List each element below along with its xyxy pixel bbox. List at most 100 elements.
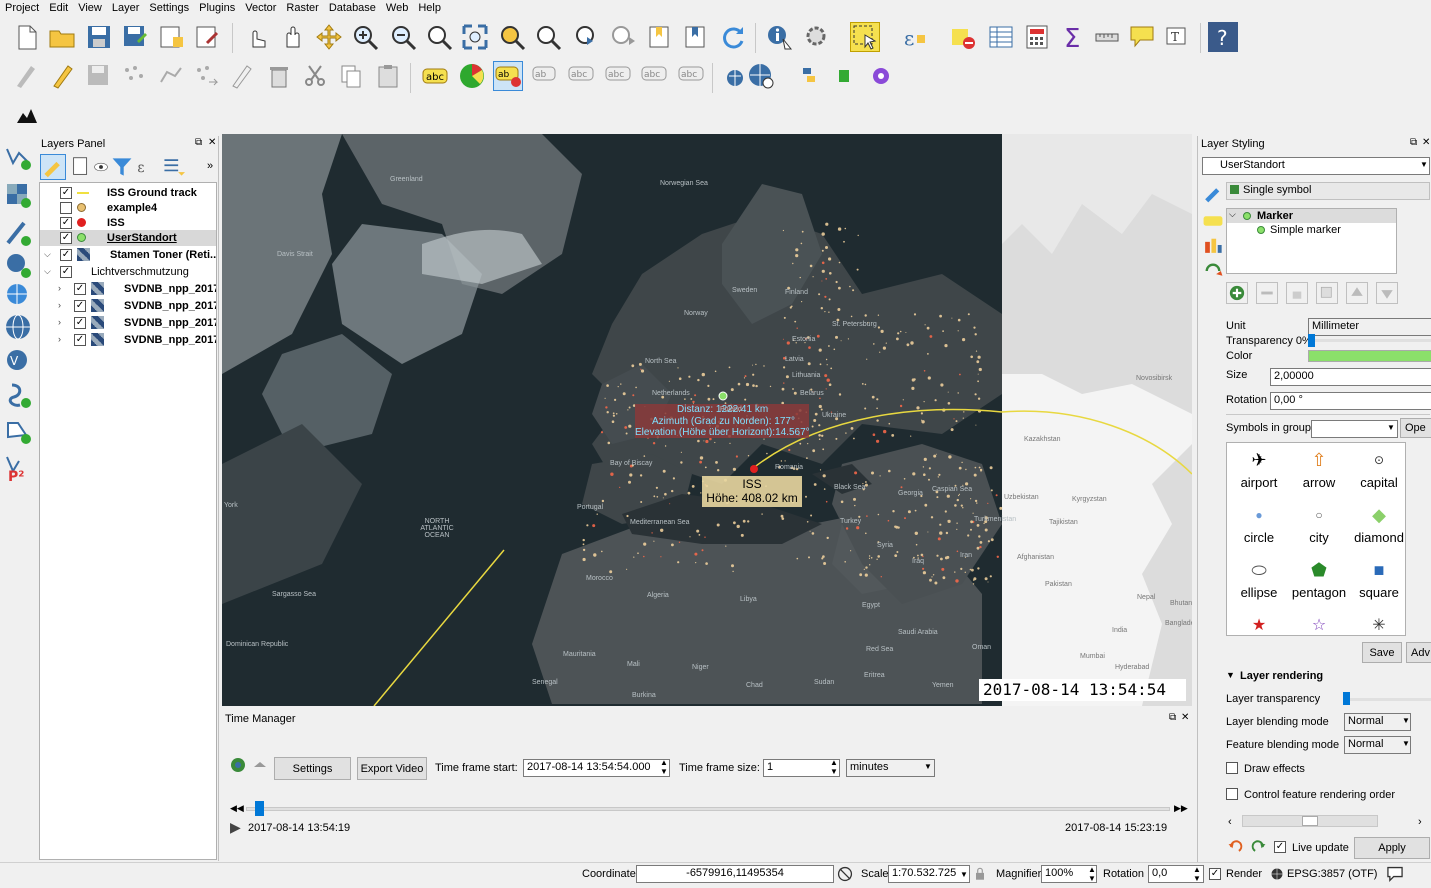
- new-project-icon[interactable]: [12, 22, 42, 52]
- add-feature-icon[interactable]: [120, 61, 150, 91]
- symbol-tree-marker-row[interactable]: [1227, 209, 1396, 223]
- visibility-icon[interactable]: [92, 154, 110, 180]
- move-up-icon[interactable]: [1346, 282, 1368, 304]
- layer-row[interactable]: ✓ ISS Ground track: [40, 185, 216, 201]
- map-canvas[interactable]: Distanz: 1222.41 km Azimuth (Grad zu Nor…: [222, 134, 1192, 706]
- live-update-checkbox[interactable]: ✓: [1274, 841, 1286, 853]
- layer-blending-select[interactable]: Normal: [1344, 713, 1411, 731]
- magnifier-spin-icon[interactable]: ▲ ▼: [1088, 865, 1096, 883]
- attribute-table-icon[interactable]: [986, 22, 1016, 52]
- add-spatialite-icon[interactable]: [3, 380, 33, 410]
- save-project-icon[interactable]: [84, 22, 114, 52]
- filter-legend-icon[interactable]: [110, 154, 134, 180]
- zoom-full-icon[interactable]: [460, 22, 490, 52]
- show-hide-labels-icon[interactable]: ab: [530, 61, 560, 91]
- layer-row[interactable]: ✓ UserStandort: [40, 230, 216, 246]
- collapse-arrow-icon[interactable]: ⌵: [44, 266, 51, 277]
- renderer-select[interactable]: Single symbol: [1226, 182, 1430, 200]
- open-project-icon[interactable]: [47, 22, 77, 52]
- float-panel-icon[interactable]: ⧉: [195, 137, 202, 148]
- save-as-icon[interactable]: [120, 22, 150, 52]
- pan-map-icon[interactable]: [278, 22, 308, 52]
- control-order-checkbox[interactable]: [1226, 788, 1238, 800]
- tm-time-slider-handle[interactable]: [255, 801, 265, 816]
- tm-unit-select[interactable]: minutes: [846, 759, 935, 777]
- symbol-more-icon[interactable]: ☆: [1289, 615, 1349, 635]
- tm-export-video-button[interactable]: Export Video: [357, 757, 427, 780]
- zoom-to-layer-icon[interactable]: [533, 22, 563, 52]
- layer-row[interactable]: example4: [40, 200, 216, 216]
- add-raster-layer-icon[interactable]: [3, 180, 33, 210]
- tm-settings-button[interactable]: Settings: [274, 757, 351, 780]
- remove-symbol-layer-icon[interactable]: [1256, 282, 1278, 304]
- styling-close-icon[interactable]: ✕: [1422, 137, 1430, 148]
- layer-row[interactable]: ⌵ ✓ Stamen Toner (Reti...: [40, 247, 216, 263]
- rotation-spin-icon[interactable]: ▲ ▼: [1193, 865, 1201, 883]
- open-styling-icon[interactable]: [40, 154, 66, 180]
- tm-time-slider-track[interactable]: [246, 807, 1170, 811]
- statistics-icon[interactable]: Σ: [1058, 22, 1088, 52]
- layer-row[interactable]: › ✓ SVDNB_npp_2017...: [40, 298, 216, 314]
- draw-effects-checkbox[interactable]: [1226, 762, 1238, 774]
- horizontal-scrollbar-thumb[interactable]: [1302, 816, 1318, 826]
- plugin-green-icon[interactable]: [830, 61, 860, 91]
- move-label-icon[interactable]: abc: [566, 61, 596, 91]
- postgis-p2-icon[interactable]: P²: [3, 458, 33, 488]
- select-features-icon[interactable]: [850, 22, 880, 52]
- menu-layer[interactable]: Layer: [107, 0, 145, 18]
- layer-labeling-icon[interactable]: abc: [420, 61, 450, 91]
- scale-select[interactable]: 1:70.532.725: [888, 865, 970, 883]
- zoom-in-icon[interactable]: [350, 22, 380, 52]
- symbol-capital[interactable]: ⊙ capital: [1349, 449, 1405, 490]
- symbol-more-icon[interactable]: ★: [1229, 615, 1289, 635]
- symbol-city[interactable]: ○ city: [1289, 504, 1349, 545]
- layer-visibility-checkbox[interactable]: ✓: [60, 217, 72, 229]
- save-layer-edits-icon[interactable]: [84, 61, 114, 91]
- symbols-group-dropdown-icon[interactable]: ▼: [1387, 423, 1395, 432]
- layer-row[interactable]: ⌵ ✓ Lichtverschmutzung: [40, 264, 216, 280]
- zoom-native-icon[interactable]: [424, 22, 454, 52]
- menu-plugins[interactable]: Plugins: [194, 0, 240, 18]
- apply-button[interactable]: Apply: [1354, 837, 1430, 859]
- pin-labels-icon[interactable]: ab: [493, 61, 523, 91]
- profile-tool-icon[interactable]: [12, 100, 42, 130]
- layer-visibility-checkbox[interactable]: ✓: [60, 232, 72, 244]
- diagram-tab-icon[interactable]: [1202, 234, 1224, 256]
- layer-visibility-checkbox[interactable]: ✓: [74, 317, 86, 329]
- toggle-extents-icon[interactable]: [836, 865, 854, 883]
- lock-symbol-icon[interactable]: [1286, 282, 1308, 304]
- add-wfs-icon[interactable]: [3, 312, 33, 342]
- zoom-next-icon[interactable]: [608, 22, 638, 52]
- layer-visibility-checkbox[interactable]: ✓: [60, 249, 72, 261]
- transparency-slider-track[interactable]: [1308, 339, 1431, 342]
- field-calculator-icon[interactable]: [1022, 22, 1052, 52]
- expand-all-icon[interactable]: [161, 154, 185, 180]
- layer-row[interactable]: › ✓ SVDNB_npp_2017...: [40, 332, 216, 348]
- symbol-tree-expand-icon[interactable]: ⌵: [1229, 209, 1236, 220]
- coordinate-input[interactable]: -6579916,11495354: [636, 865, 834, 883]
- crs-globe-icon[interactable]: [1270, 866, 1284, 882]
- tm-float-icon[interactable]: ⧉: [1169, 712, 1176, 723]
- color-button[interactable]: [1308, 350, 1431, 362]
- paste-features-icon[interactable]: [373, 61, 403, 91]
- symbol-square[interactable]: ■ square: [1349, 559, 1405, 601]
- open-library-button[interactable]: Ope: [1400, 418, 1431, 438]
- symbols-group-select[interactable]: [1311, 420, 1398, 438]
- new-spatial-bookmark-icon[interactable]: [645, 22, 675, 52]
- layout-manager-icon[interactable]: [192, 22, 222, 52]
- copy-features-icon[interactable]: [336, 61, 366, 91]
- layer-row[interactable]: › ✓ SVDNB_npp_2017...: [40, 315, 216, 331]
- expand-arrow-icon[interactable]: ›: [58, 334, 61, 344]
- cut-features-icon[interactable]: [300, 61, 330, 91]
- text-annotation-icon[interactable]: T: [1162, 22, 1192, 52]
- add-delimited-text-icon[interactable]: [3, 218, 33, 248]
- layer-rendering-collapse-icon[interactable]: ▼: [1226, 670, 1235, 680]
- styling-float-icon[interactable]: ⧉: [1410, 137, 1417, 148]
- menu-web[interactable]: Web: [381, 0, 413, 18]
- add-wms-icon[interactable]: [3, 280, 33, 310]
- change-label-icon[interactable]: abc: [639, 61, 669, 91]
- measure-icon[interactable]: [1092, 22, 1122, 52]
- tm-archive-icon[interactable]: [252, 757, 268, 773]
- duplicate-symbol-icon[interactable]: [1316, 282, 1338, 304]
- tm-close-icon[interactable]: ✕: [1181, 712, 1189, 723]
